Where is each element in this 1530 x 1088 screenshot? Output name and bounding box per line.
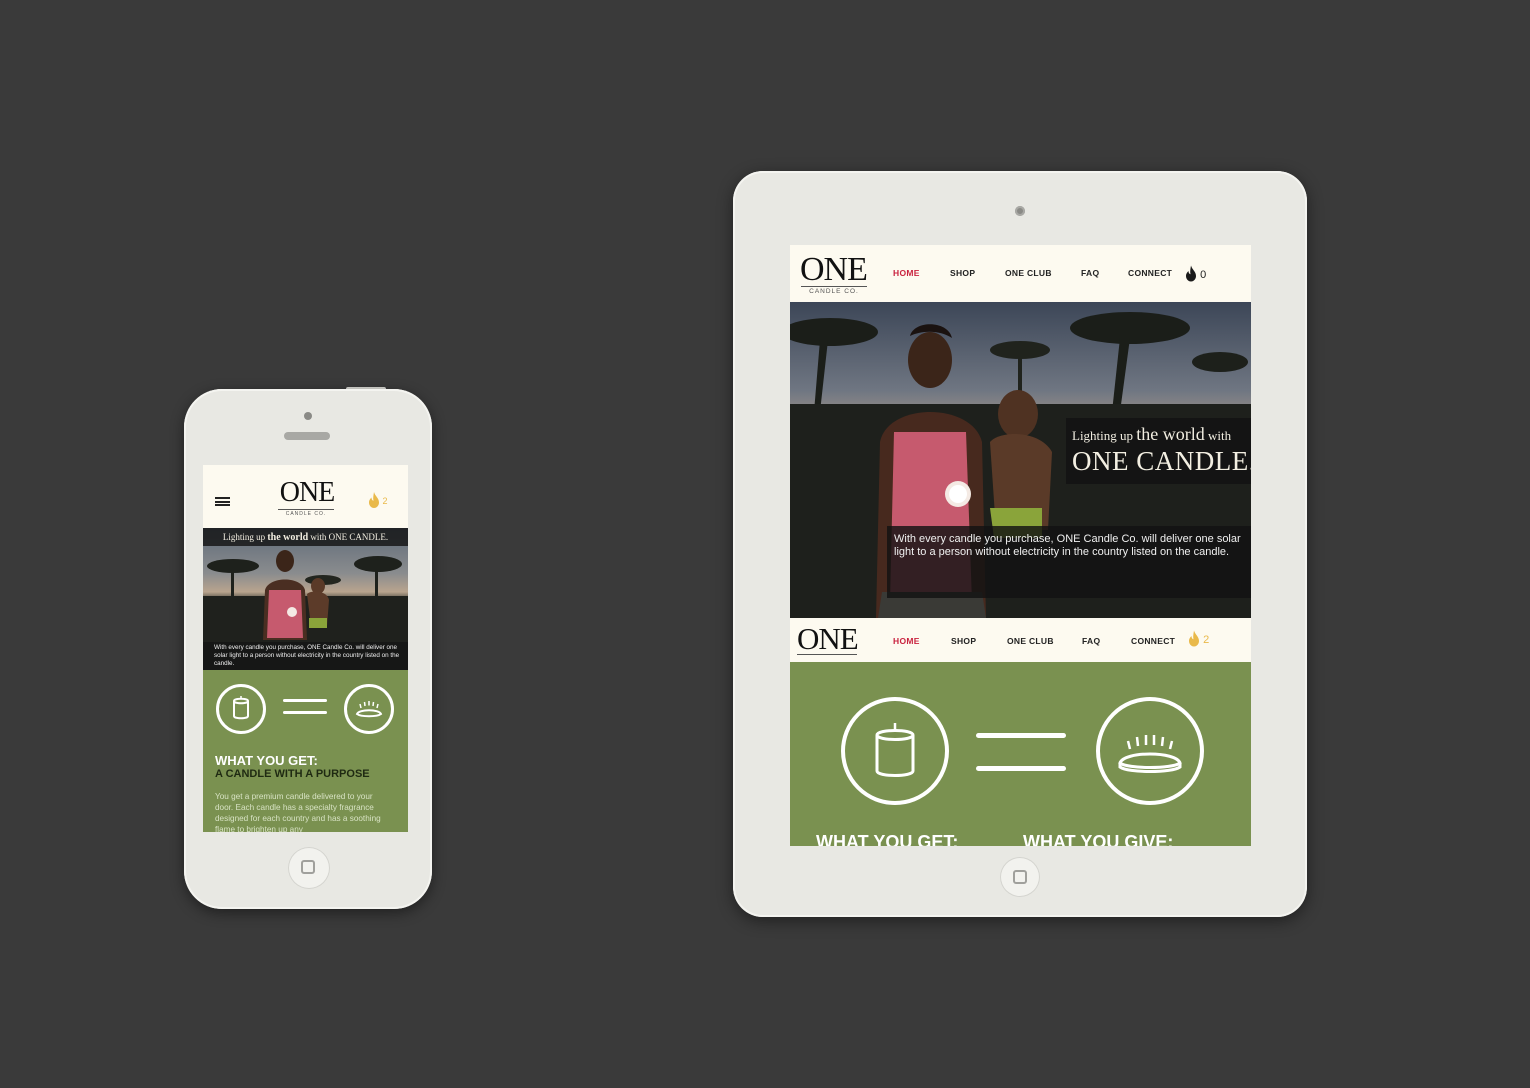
phone-candle-purpose: A CANDLE WITH A PURPOSE <box>215 768 370 780</box>
sticky-nav-faq[interactable]: FAQ <box>1082 636 1100 646</box>
menu-icon[interactable] <box>215 497 230 506</box>
nav-one-club[interactable]: ONE CLUB <box>1005 268 1052 278</box>
tablet-sticky-cart[interactable]: 2 <box>1188 630 1209 647</box>
phone-cart[interactable]: 2 <box>368 492 388 508</box>
tablet-hero-caption: With every candle you purchase, ONE Cand… <box>887 526 1251 598</box>
candle-icon <box>216 684 266 734</box>
phone-hero-title-post: with ONE CANDLE. <box>308 532 389 542</box>
phone-hero-title-pre: Lighting up <box>222 532 268 542</box>
phone-home-button[interactable] <box>288 847 330 889</box>
phone-speaker <box>284 432 330 440</box>
tablet-promise-section: WHAT YOU GET: WHAT YOU GIVE: <box>790 662 1251 846</box>
phone-hero-title: Lighting up the world with ONE CANDLE. <box>203 528 408 546</box>
phone-hero-caption: With every candle you purchase, ONE Cand… <box>203 642 408 670</box>
sticky-nav-one-club[interactable]: ONE CLUB <box>1007 636 1054 646</box>
tablet-cart[interactable]: 0 <box>1185 265 1206 282</box>
tablet-hero-title-mid: the world <box>1136 424 1205 444</box>
phone-camera <box>304 412 312 420</box>
equals-icon-bar <box>976 766 1066 771</box>
candle-icon <box>841 697 949 805</box>
flame-icon <box>1189 630 1199 647</box>
tablet-hero: Lighting up the world with ONE CANDLE. W… <box>790 302 1251 618</box>
tablet-screen: ONE CANDLE CO. HOME SHOP ONE CLUB FAQ CO… <box>790 245 1251 846</box>
tablet-device: ONE CANDLE CO. HOME SHOP ONE CLUB FAQ CO… <box>733 171 1307 917</box>
nav-home[interactable]: HOME <box>893 268 920 278</box>
tablet-sticky-cart-count: 2 <box>1203 634 1210 646</box>
sticky-nav-shop[interactable]: SHOP <box>951 636 976 646</box>
sticky-nav-home[interactable]: HOME <box>893 636 920 646</box>
phone-cart-count: 2 <box>382 496 388 506</box>
nav-connect[interactable]: CONNECT <box>1128 268 1172 278</box>
tablet-hero-title-pre: Lighting up <box>1072 428 1137 443</box>
phone-body-text: You get a premium candle delivered to yo… <box>215 792 381 832</box>
flame-icon <box>1186 265 1196 282</box>
nav-shop[interactable]: SHOP <box>950 268 975 278</box>
tablet-sticky-logo[interactable]: ONE <box>797 623 859 654</box>
nav-faq[interactable]: FAQ <box>1081 268 1099 278</box>
phone-hero-title-bold: the world <box>267 532 309 543</box>
tablet-what-you-get: WHAT YOU GET: <box>816 832 959 846</box>
tablet-header: ONE CANDLE CO. HOME SHOP ONE CLUB FAQ CO… <box>790 245 1251 302</box>
home-button-icon <box>1013 870 1027 884</box>
equals-icon-bar <box>283 711 327 714</box>
tablet-logo-sub: CANDLE CO. <box>801 286 867 295</box>
equals-icon <box>976 733 1066 738</box>
phone-header: ONE CANDLE CO. 2 <box>203 465 408 528</box>
phone-promise-section: WHAT YOU GET: A CANDLE WITH A PURPOSE Yo… <box>203 670 408 832</box>
tablet-camera <box>1015 206 1025 216</box>
sticky-nav-connect[interactable]: CONNECT <box>1131 636 1175 646</box>
tablet-hero-title-post: with <box>1204 428 1232 443</box>
phone-logo-sub: CANDLE CO. <box>278 509 334 517</box>
tablet-home-button[interactable] <box>1000 857 1040 897</box>
equals-icon <box>283 699 327 702</box>
phone-screen: ONE CANDLE CO. 2 Lighting up the world w… <box>203 465 408 832</box>
phone-device: ONE CANDLE CO. 2 Lighting up the world w… <box>184 389 432 909</box>
tablet-sticky-logo-line <box>797 654 857 655</box>
solar-light-icon <box>344 684 394 734</box>
flame-icon <box>369 492 379 508</box>
tablet-sticky-header: ONE HOME SHOP ONE CLUB FAQ CONNECT 2 <box>790 618 1251 662</box>
tablet-cart-count: 0 <box>1200 269 1207 281</box>
tablet-hero-title: Lighting up the world with ONE CANDLE. <box>1066 418 1251 484</box>
tablet-hero-title-big: ONE CANDLE. <box>1072 446 1251 476</box>
phone-hero: Lighting up the world with ONE CANDLE. W… <box>203 528 408 670</box>
phone-what-you-get: WHAT YOU GET: <box>215 753 318 768</box>
phone-logo[interactable]: ONE <box>277 479 337 507</box>
tablet-logo[interactable]: ONE <box>800 253 868 287</box>
tablet-what-you-give: WHAT YOU GIVE: <box>1023 832 1174 846</box>
solar-light-icon <box>1096 697 1204 805</box>
home-button-icon <box>301 860 315 874</box>
